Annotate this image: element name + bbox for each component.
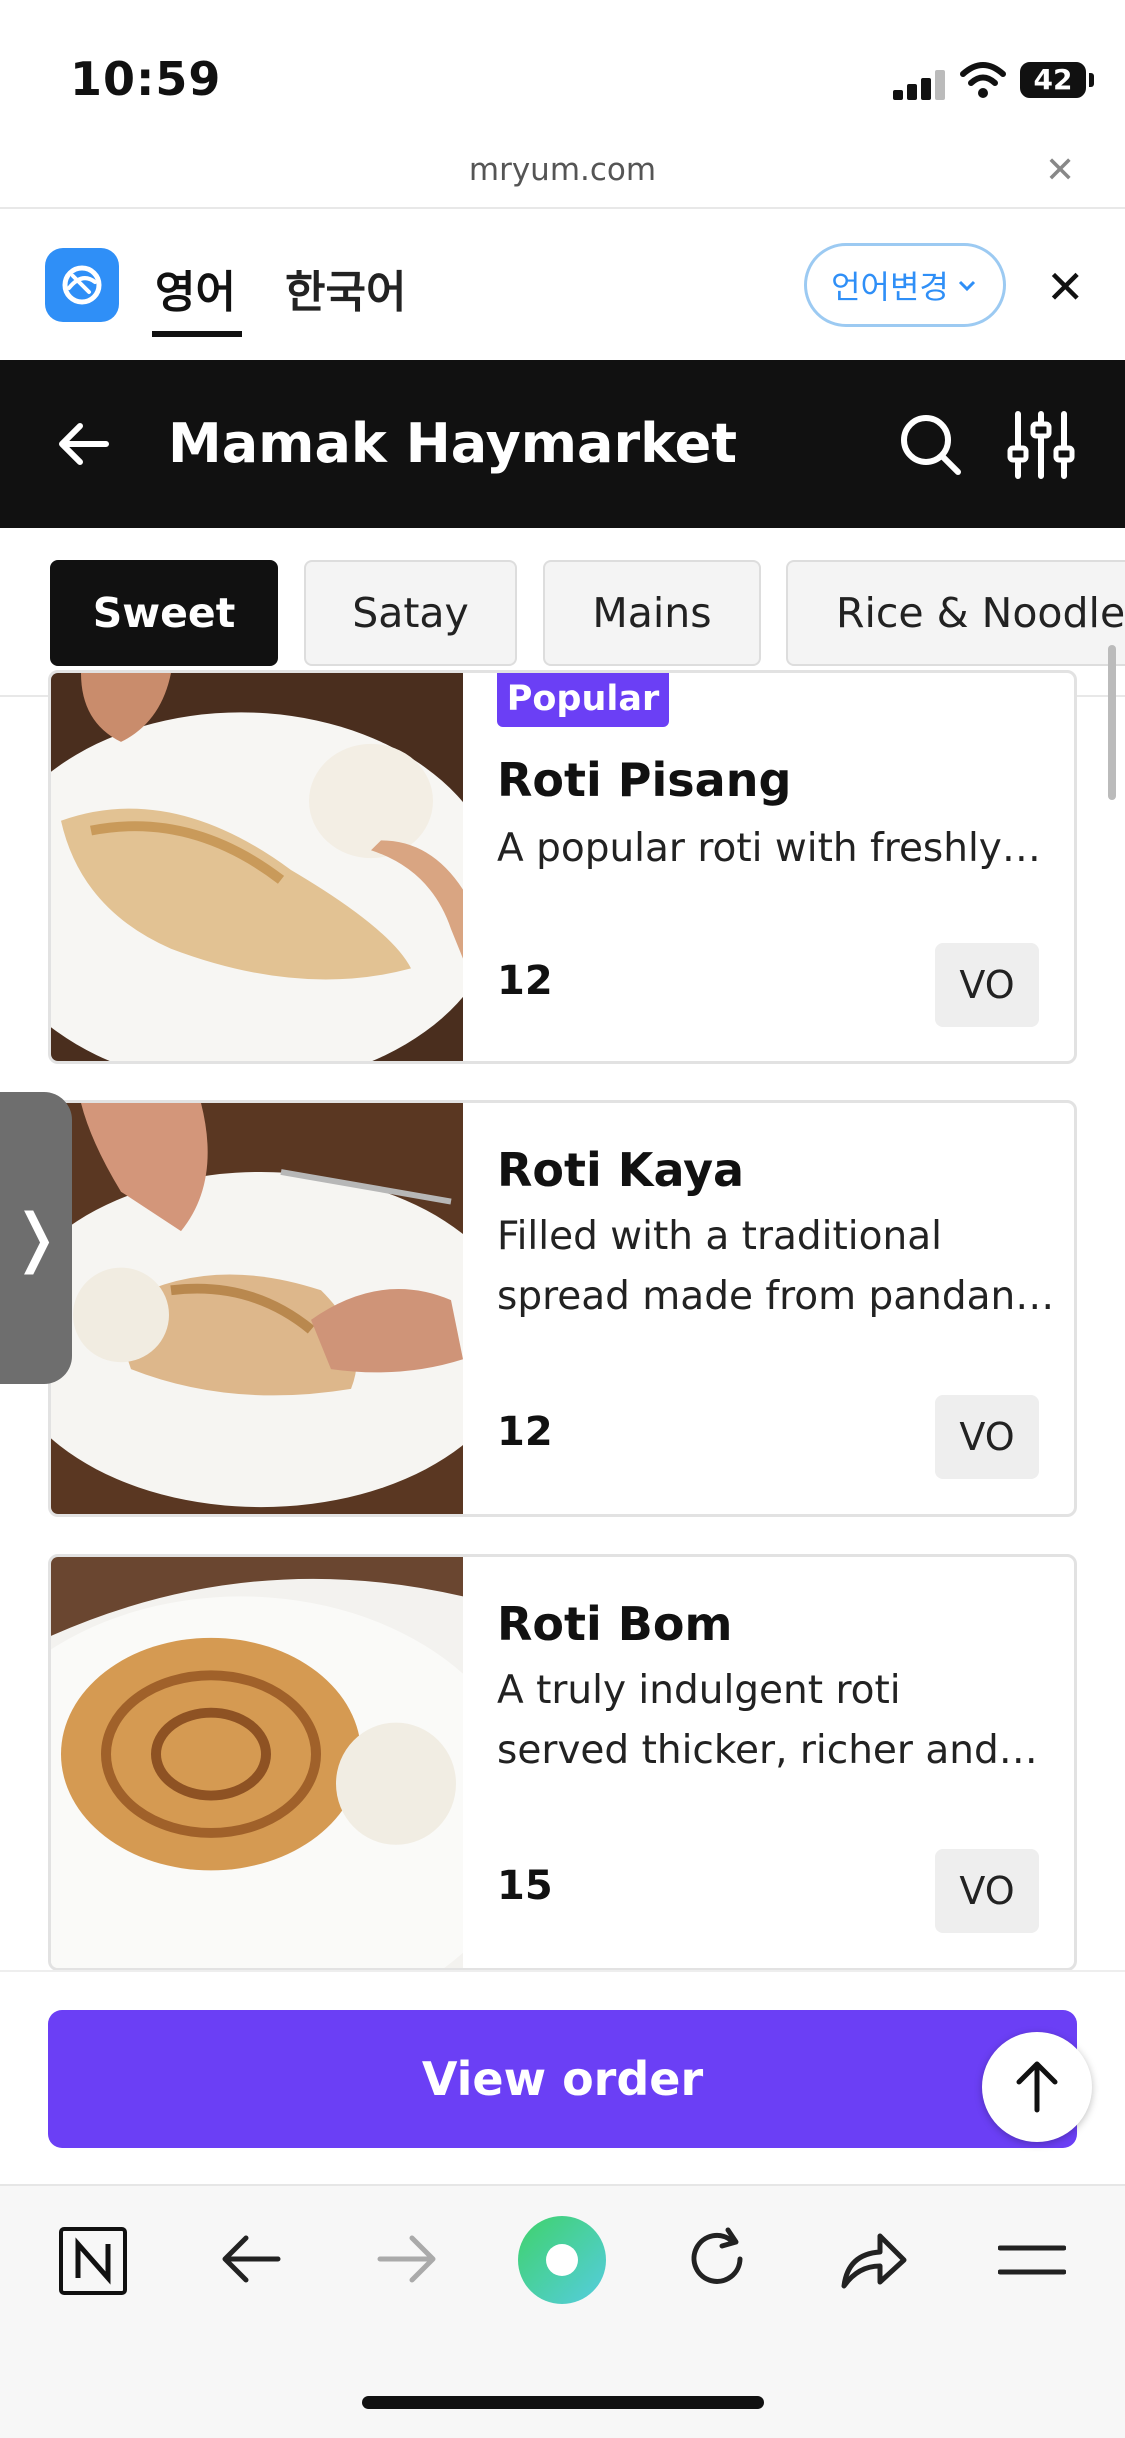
divider: [0, 207, 1125, 209]
food-image: [51, 1557, 463, 1968]
menu-item-card[interactable]: Roti Kaya Filled with a traditional spre…: [48, 1100, 1077, 1517]
dietary-tag: VO: [935, 943, 1039, 1027]
back-arrow-icon[interactable]: [56, 416, 112, 472]
home-indicator[interactable]: [362, 2396, 764, 2409]
nav-back-icon[interactable]: [220, 2228, 282, 2290]
cellular-signal-icon: [893, 70, 947, 100]
category-chip-rice-noodles[interactable]: Rice & Noodles: [786, 560, 1125, 666]
dietary-tag: VO: [935, 1395, 1039, 1479]
share-icon[interactable]: [838, 2226, 908, 2292]
chevron-down-icon: [958, 280, 975, 292]
scrollbar[interactable]: [1108, 645, 1116, 800]
scroll-to-top-button[interactable]: [982, 2032, 1092, 2142]
refresh-icon[interactable]: [684, 2226, 750, 2292]
url-label[interactable]: mryum.com: [0, 152, 1125, 188]
item-price: 15: [497, 1863, 553, 1909]
dietary-tag: VO: [935, 1849, 1039, 1933]
item-price: 12: [497, 1409, 553, 1455]
green-dot-icon[interactable]: [516, 2214, 608, 2306]
category-chip-mains[interactable]: Mains: [543, 560, 761, 666]
menu-item-card[interactable]: Roti Bom A truly indulgent roti served t…: [48, 1554, 1077, 1971]
active-tab-underline: [152, 331, 242, 337]
item-price: 12: [497, 958, 553, 1004]
close-icon[interactable]: ✕: [1045, 150, 1075, 191]
item-name: Roti Kaya: [497, 1143, 745, 1197]
view-order-button[interactable]: View order: [48, 2010, 1077, 2148]
menu-item-card[interactable]: Popular Roti Pisang A popular roti with …: [48, 670, 1077, 1064]
food-image: [51, 1103, 463, 1514]
popular-badge: Popular: [497, 673, 669, 727]
battery-level: 42: [1033, 63, 1073, 96]
naver-n-icon[interactable]: [58, 2226, 128, 2296]
item-name: Roti Bom: [497, 1597, 733, 1651]
item-description: A popular roti with freshly…: [497, 826, 1041, 871]
menu-icon[interactable]: [998, 2240, 1066, 2280]
battery-icon: 42: [1020, 62, 1086, 98]
wifi-icon: [960, 62, 1006, 98]
arrow-up-icon: [1016, 2061, 1058, 2113]
filter-icon[interactable]: [1006, 410, 1076, 480]
food-image: [51, 673, 463, 1061]
search-icon[interactable]: [898, 412, 964, 478]
category-chip-satay[interactable]: Satay: [304, 560, 517, 666]
side-drawer-tab[interactable]: ❭: [0, 1092, 72, 1384]
page-title: Mamak Haymarket: [168, 412, 738, 475]
item-description-line-1: A truly indulgent roti: [497, 1668, 901, 1713]
category-chip-sweet[interactable]: Sweet: [50, 560, 278, 666]
item-name: Roti Pisang: [497, 753, 792, 807]
tab-english[interactable]: 영어: [155, 256, 236, 320]
battery-nub: [1089, 73, 1094, 87]
item-description-line-2: served thicker, richer and…: [497, 1728, 1038, 1773]
status-time: 10:59: [70, 52, 222, 106]
item-description-line-2: spread made from pandan…: [497, 1274, 1055, 1319]
nav-forward-icon[interactable]: [376, 2228, 438, 2290]
change-language-button[interactable]: 언어변경: [804, 243, 1006, 327]
item-description-line-1: Filled with a traditional: [497, 1214, 942, 1259]
translate-logo-icon: [45, 248, 119, 322]
close-translate-icon[interactable]: ✕: [1046, 260, 1085, 314]
change-language-label: 언어변경: [831, 268, 949, 306]
tab-korean[interactable]: 한국어: [285, 256, 406, 320]
